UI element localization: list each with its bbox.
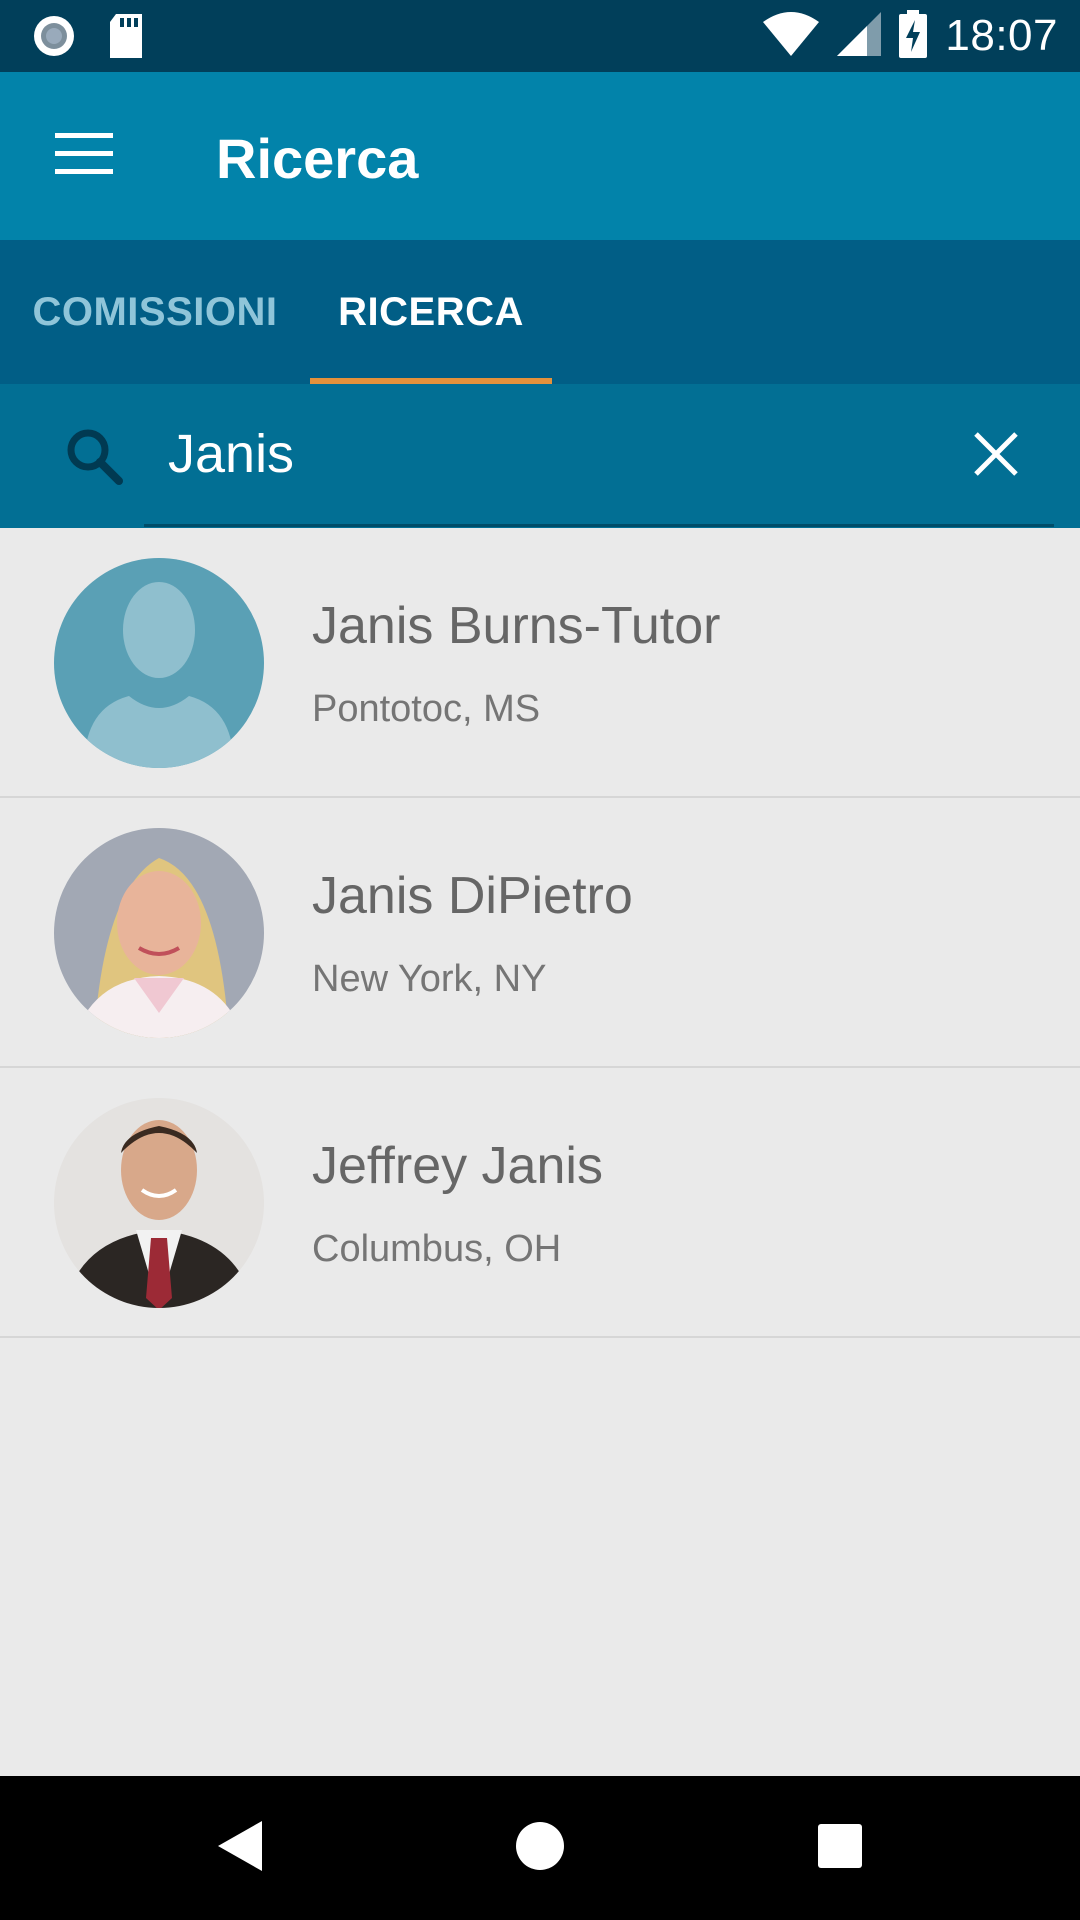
- tab-bar: COMISSIONI RICERCA: [0, 240, 1080, 384]
- result-location: New York, NY: [312, 958, 547, 1000]
- battery-charging-icon: [899, 9, 928, 63]
- search-icon: [64, 426, 124, 486]
- back-icon: [216, 1819, 264, 1878]
- home-button[interactable]: [495, 1808, 585, 1888]
- result-name: Janis DiPietro: [312, 867, 633, 925]
- system-navigation-bar: [0, 1776, 1080, 1920]
- result-location: Columbus, OH: [312, 1228, 562, 1270]
- results-list: Janis Burns-Tutor Pontotoc, MS Janis DiP…: [0, 528, 1080, 1338]
- sd-card-icon: [108, 14, 144, 63]
- tab-ricerca[interactable]: RICERCA: [310, 240, 552, 384]
- recents-icon: [817, 1823, 863, 1874]
- result-name: Jeffrey Janis: [312, 1137, 603, 1195]
- result-name: Janis Burns-Tutor: [312, 597, 721, 655]
- recents-button[interactable]: [795, 1808, 885, 1888]
- profile-photo-avatar: [54, 1098, 264, 1308]
- default-avatar-icon: [54, 558, 264, 768]
- list-item[interactable]: Janis Burns-Tutor Pontotoc, MS: [0, 528, 1080, 798]
- profile-photo-avatar: [54, 828, 264, 1038]
- record-icon: [32, 14, 76, 63]
- signal-icon: [837, 11, 882, 61]
- tab-comissioni[interactable]: COMISSIONI: [0, 240, 310, 384]
- menu-button[interactable]: [40, 116, 128, 196]
- list-item[interactable]: Janis DiPietro New York, NY: [0, 798, 1080, 1068]
- clear-search-button[interactable]: [954, 414, 1038, 498]
- app-bar: Ricerca: [0, 72, 1080, 240]
- wifi-icon: [763, 11, 820, 61]
- close-icon: [973, 431, 1019, 482]
- back-button[interactable]: [195, 1808, 285, 1888]
- status-bar: 18:07: [0, 0, 1080, 72]
- search-bar: [0, 384, 1080, 528]
- search-underline: [144, 524, 1054, 527]
- search-input[interactable]: [144, 414, 992, 494]
- status-time: 18:07: [945, 11, 1058, 60]
- list-item[interactable]: Jeffrey Janis Columbus, OH: [0, 1068, 1080, 1338]
- result-location: Pontotoc, MS: [312, 688, 541, 730]
- hamburger-menu-icon: [55, 132, 113, 180]
- home-icon: [515, 1821, 565, 1876]
- page-title: Ricerca: [216, 127, 419, 190]
